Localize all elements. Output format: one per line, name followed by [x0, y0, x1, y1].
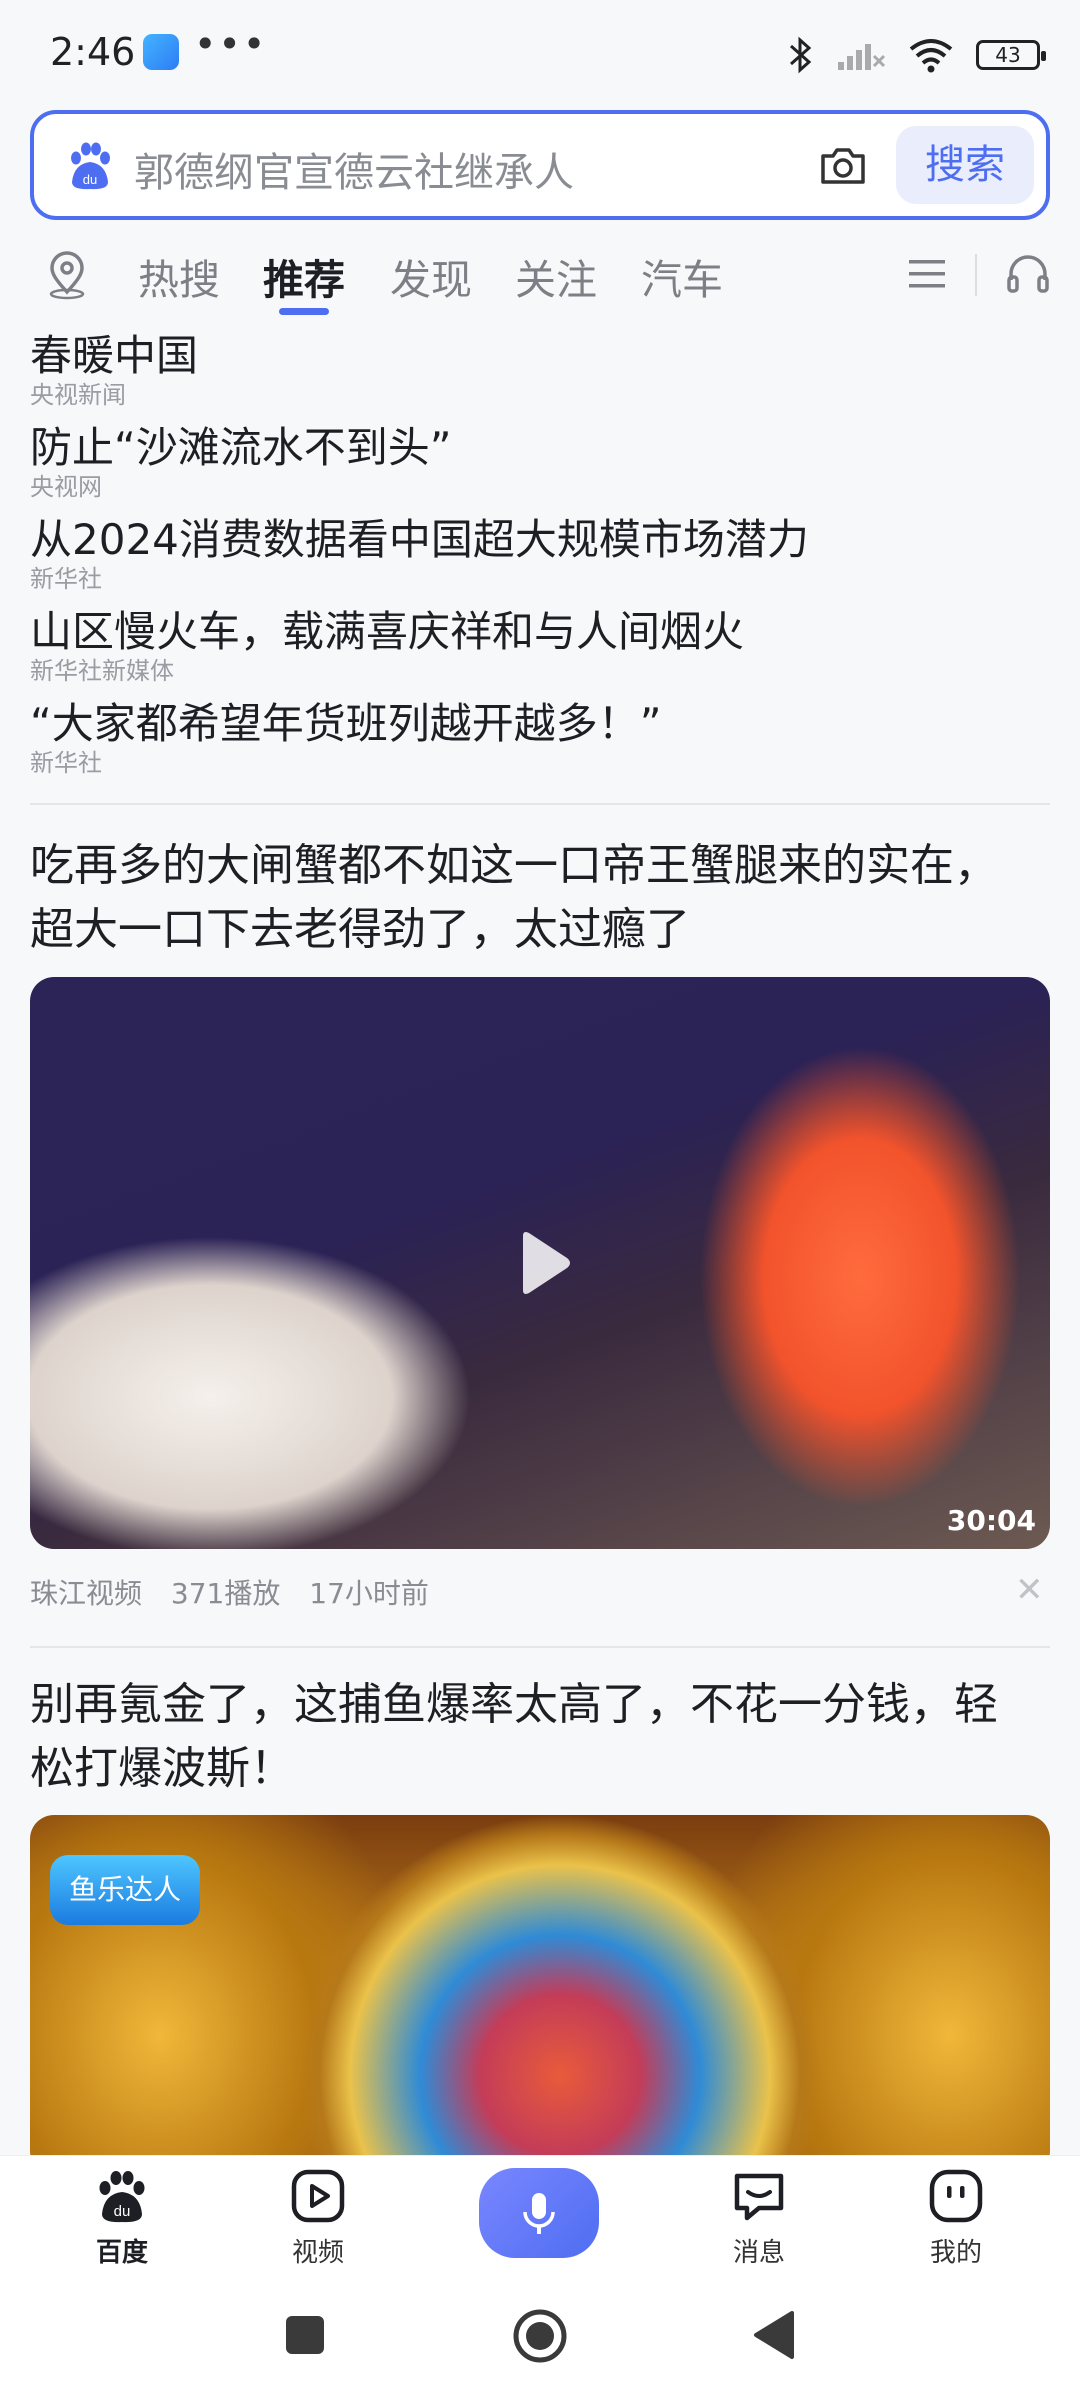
ad-image[interactable]: 鱼乐达人 — [30, 1815, 1050, 2175]
hot-news-item[interactable]: “大家都希望年货班列越开越多！” 新华社 — [30, 698, 1050, 790]
status-icons: 43 — [788, 30, 1046, 80]
home-icon[interactable] — [511, 2307, 569, 2365]
bluetooth-icon — [790, 36, 812, 74]
nav-profile[interactable]: 我的 — [891, 2166, 1021, 2269]
nav-label: 视频 — [291, 2238, 344, 2268]
baidu-logo-icon: du — [71, 142, 110, 190]
hot-news-source: 新华社 — [30, 565, 102, 593]
hot-news-title[interactable]: “大家都希望年货班列越开越多！” — [30, 698, 1050, 750]
nav-label: 我的 — [929, 2238, 982, 2268]
voice-search-button[interactable] — [479, 2168, 599, 2258]
nav-messages[interactable]: 消息 — [694, 2166, 824, 2269]
hot-news-title[interactable]: 防止“沙滩流水不到头” — [30, 422, 1050, 474]
status-time: 2:46 — [50, 30, 136, 74]
feed-card-meta: 珠江视频 371播放 17小时前 — [30, 1572, 449, 1612]
hot-news-list: 春暖中国 央视新闻 防止“沙滩流水不到头” 央视网 从2024消费数据看中国超大… — [30, 330, 1050, 790]
hot-news-item[interactable]: 山区慢火车，载满喜庆祥和与人间烟火 新华社新媒体 — [30, 606, 1050, 698]
system-navigation-bar — [0, 2285, 1080, 2400]
hot-news-source: 央视网 — [30, 473, 102, 501]
feed-card-title[interactable]: 吃再多的大闸蟹都不如这一口帝王蟹腿来的实在，超大一口下去老得劲了，太过瘾了 — [30, 834, 1040, 962]
nav-label: 消息 — [732, 2238, 785, 2268]
back-icon[interactable] — [752, 2309, 798, 2361]
status-bar: 2:46 ••• 43 — [0, 0, 1080, 105]
hot-news-item[interactable]: 春暖中国 央视新闻 — [30, 330, 1050, 422]
tab-discover[interactable]: 发现 — [390, 246, 472, 306]
video-duration: 30:04 — [946, 1504, 1036, 1537]
svg-text:du: du — [114, 2203, 131, 2220]
feed-play-count: 371播放 — [170, 1577, 281, 1610]
tab-hot[interactable]: 热搜 — [138, 246, 220, 306]
app-notification-icon — [143, 34, 179, 70]
location-icon[interactable] — [42, 250, 92, 300]
headphones-icon[interactable] — [1005, 250, 1051, 296]
play-icon[interactable] — [495, 1218, 585, 1308]
hot-news-title[interactable]: 从2024消费数据看中国超大规模市场潜力 — [30, 514, 1050, 566]
baidu-paw-icon: du — [99, 2171, 145, 2223]
active-tab-indicator — [279, 308, 329, 315]
chat-bubble-icon — [734, 2173, 784, 2221]
battery-icon: 43 — [976, 40, 1046, 70]
tab-auto[interactable]: 汽车 — [641, 246, 723, 306]
hot-news-item[interactable]: 从2024消费数据看中国超大规模市场潜力 新华社 — [30, 514, 1050, 606]
search-button[interactable]: 搜索 — [896, 126, 1034, 204]
hot-news-source: 央视新闻 — [30, 381, 126, 409]
feed-source[interactable]: 珠江视频 — [30, 1577, 142, 1610]
more-notifications-icon: ••• — [194, 22, 268, 66]
search-input[interactable]: 郭德纲官宣德云社继承人 — [134, 140, 574, 198]
signal-icon — [838, 44, 886, 70]
tab-recommend[interactable]: 推荐 — [263, 246, 345, 306]
nav-home[interactable]: du 百度 — [57, 2166, 187, 2269]
video-play-icon — [291, 2169, 345, 2223]
hot-news-source: 新华社新媒体 — [30, 657, 174, 685]
wifi-icon — [909, 39, 953, 73]
game-logo: 鱼乐达人 — [50, 1855, 200, 1925]
nav-video[interactable]: 视频 — [253, 2166, 383, 2269]
channel-tabs: 热搜 推荐 发现 关注 汽车 — [0, 240, 1080, 320]
dismiss-icon[interactable]: ✕ — [1015, 1570, 1044, 1610]
section-divider — [30, 803, 1050, 805]
hot-news-title[interactable]: 山区慢火车，载满喜庆祥和与人间烟火 — [30, 606, 1050, 658]
hot-news-title[interactable]: 春暖中国 — [30, 330, 1050, 382]
camera-icon[interactable] — [817, 140, 869, 192]
menu-icon[interactable] — [907, 254, 947, 294]
video-thumbnail[interactable]: 30:04 — [30, 977, 1050, 1549]
feed-card-title[interactable]: 别再氪金了，这捕鱼爆率太高了，不花一分钱，轻松打爆波斯！ — [30, 1673, 1040, 1801]
nav-label: 百度 — [95, 2238, 148, 2268]
tab-follow[interactable]: 关注 — [515, 246, 597, 306]
recent-apps-icon[interactable] — [283, 2313, 327, 2357]
hot-news-source: 新华社 — [30, 749, 102, 777]
section-divider — [30, 1646, 1050, 1648]
mic-icon — [523, 2193, 555, 2234]
svg-text:du: du — [83, 172, 97, 187]
hot-news-item[interactable]: 防止“沙滩流水不到头” 央视网 — [30, 422, 1050, 514]
feed-time: 17小时前 — [309, 1577, 429, 1610]
search-box[interactable]: du 郭德纲官宣德云社继承人 搜索 — [30, 110, 1050, 220]
tab-divider — [975, 254, 977, 296]
profile-face-icon — [929, 2169, 983, 2223]
bottom-navigation: du 百度 视频 消息 我的 — [0, 2155, 1080, 2285]
